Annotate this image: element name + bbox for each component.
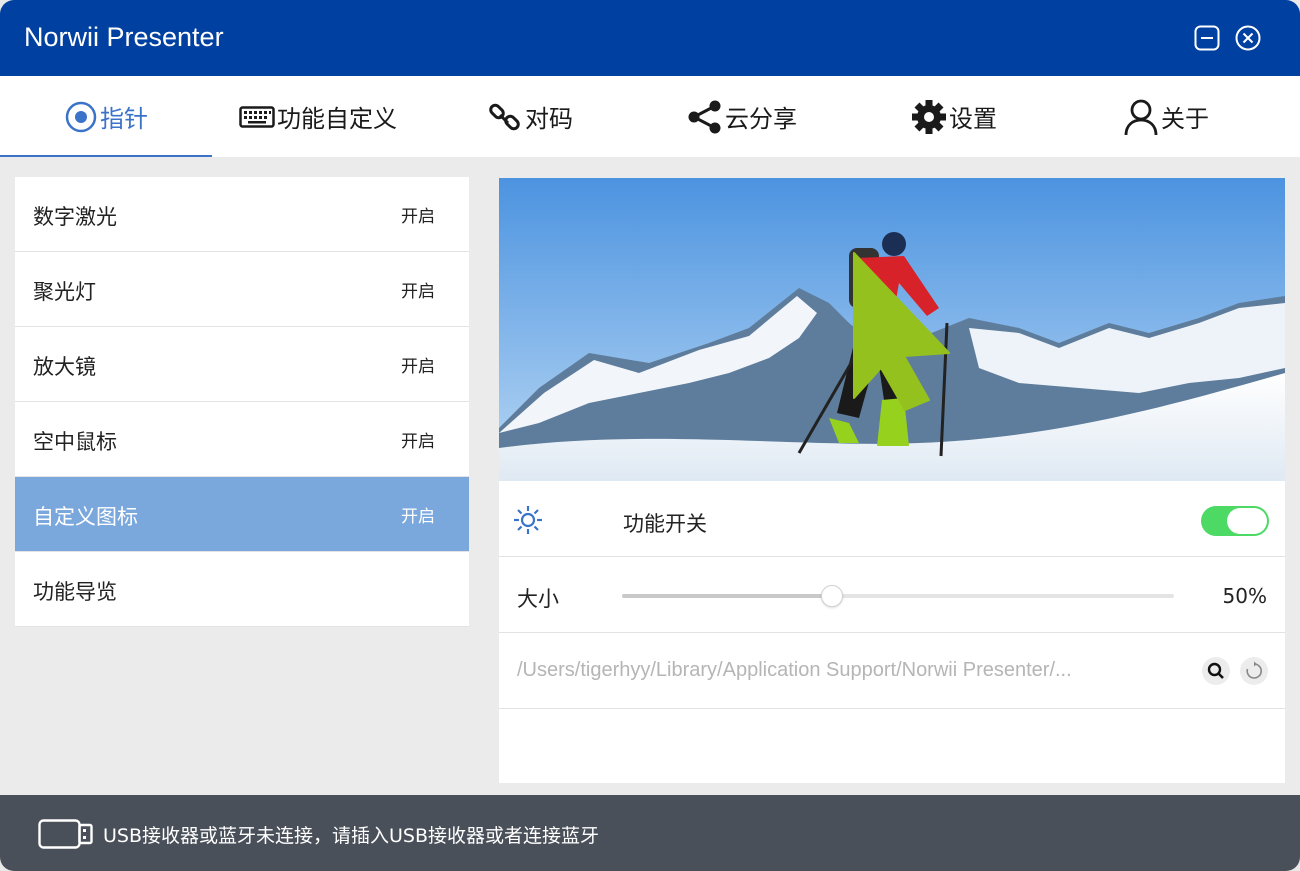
tab-label: 云分享 — [725, 105, 797, 133]
target-icon — [64, 100, 98, 134]
minimize-button[interactable] — [1194, 25, 1220, 51]
switch-label: 功能开关 — [623, 512, 707, 536]
user-icon — [1123, 98, 1159, 136]
tab-pairing[interactable]: 对码 — [424, 76, 636, 157]
browse-button[interactable] — [1202, 657, 1230, 685]
icon-path-field[interactable] — [517, 659, 1177, 682]
reset-button[interactable] — [1240, 657, 1268, 685]
tab-label: 关于 — [1161, 105, 1209, 133]
toggle-knob — [1227, 508, 1267, 534]
tab-pointer[interactable]: 指针 — [0, 76, 212, 157]
app-window: Norwii Presenter 指针 功能自定义 对码 云分享 设置 关于 数… — [0, 0, 1300, 871]
tab-about[interactable]: 关于 — [1060, 76, 1272, 157]
title-bar: Norwii Presenter — [0, 0, 1300, 76]
close-icon — [1235, 25, 1261, 51]
search-icon — [1207, 662, 1224, 679]
tab-label: 功能自定义 — [277, 105, 397, 133]
function-switch-row: 功能开关 — [499, 481, 1285, 557]
window-title: Norwii Presenter — [24, 22, 224, 52]
feature-status: 开启 — [401, 432, 435, 452]
feature-label: 聚光灯 — [33, 280, 96, 304]
gear-icon — [911, 99, 947, 135]
keyboard-icon — [239, 105, 275, 128]
size-value: 50% — [1222, 584, 1267, 608]
feature-status: 开启 — [401, 282, 435, 302]
tab-label: 设置 — [949, 105, 997, 133]
feature-label: 空中鼠标 — [33, 430, 117, 454]
sun-icon — [513, 505, 543, 539]
feature-status: 开启 — [401, 507, 435, 527]
feature-item-guide[interactable]: 功能导览 — [15, 552, 469, 627]
close-button[interactable] — [1235, 25, 1261, 51]
preview-image — [499, 178, 1285, 481]
feature-label: 自定义图标 — [33, 505, 138, 529]
feature-label: 功能导览 — [33, 580, 117, 604]
reset-icon — [1246, 661, 1262, 679]
size-slider[interactable] — [622, 585, 1174, 607]
link-icon — [487, 99, 523, 135]
tab-cloud-share[interactable]: 云分享 — [636, 76, 848, 157]
feature-label: 放大镜 — [33, 355, 96, 379]
feature-item-spotlight[interactable]: 聚光灯 开启 — [15, 252, 469, 327]
feature-item-air-mouse[interactable]: 空中鼠标 开启 — [15, 402, 469, 477]
detail-panel: 功能开关 大小 50% — [499, 178, 1285, 783]
connection-status-message: USB接收器或蓝牙未连接，请插入USB接收器或者连接蓝牙 — [103, 825, 600, 847]
feature-status: 开启 — [401, 357, 435, 377]
icon-path-row — [499, 633, 1285, 709]
tab-customize[interactable]: 功能自定义 — [212, 76, 424, 157]
feature-item-magnifier[interactable]: 放大镜 开启 — [15, 327, 469, 402]
feature-item-custom-icon[interactable]: 自定义图标 开启 — [15, 477, 469, 552]
size-label: 大小 — [517, 587, 559, 611]
status-bar: USB接收器或蓝牙未连接，请插入USB接收器或者连接蓝牙 — [0, 795, 1300, 871]
slider-fill — [622, 594, 832, 598]
function-toggle[interactable] — [1201, 506, 1269, 536]
tab-label: 指针 — [100, 105, 148, 133]
minimize-icon — [1194, 25, 1220, 51]
tab-bar: 指针 功能自定义 对码 云分享 设置 关于 — [0, 76, 1300, 157]
usb-receiver-icon — [38, 819, 94, 853]
tab-settings[interactable]: 设置 — [848, 76, 1060, 157]
feature-label: 数字激光 — [33, 205, 117, 229]
size-row: 大小 50% — [499, 557, 1285, 633]
share-icon — [687, 99, 723, 135]
feature-list: 数字激光 开启 聚光灯 开启 放大镜 开启 空中鼠标 开启 自定义图标 开启 功… — [15, 177, 469, 627]
feature-status: 开启 — [401, 207, 435, 227]
tab-label: 对码 — [525, 105, 573, 133]
slider-thumb[interactable] — [820, 585, 843, 607]
feature-item-digital-laser[interactable]: 数字激光 开启 — [15, 177, 469, 252]
